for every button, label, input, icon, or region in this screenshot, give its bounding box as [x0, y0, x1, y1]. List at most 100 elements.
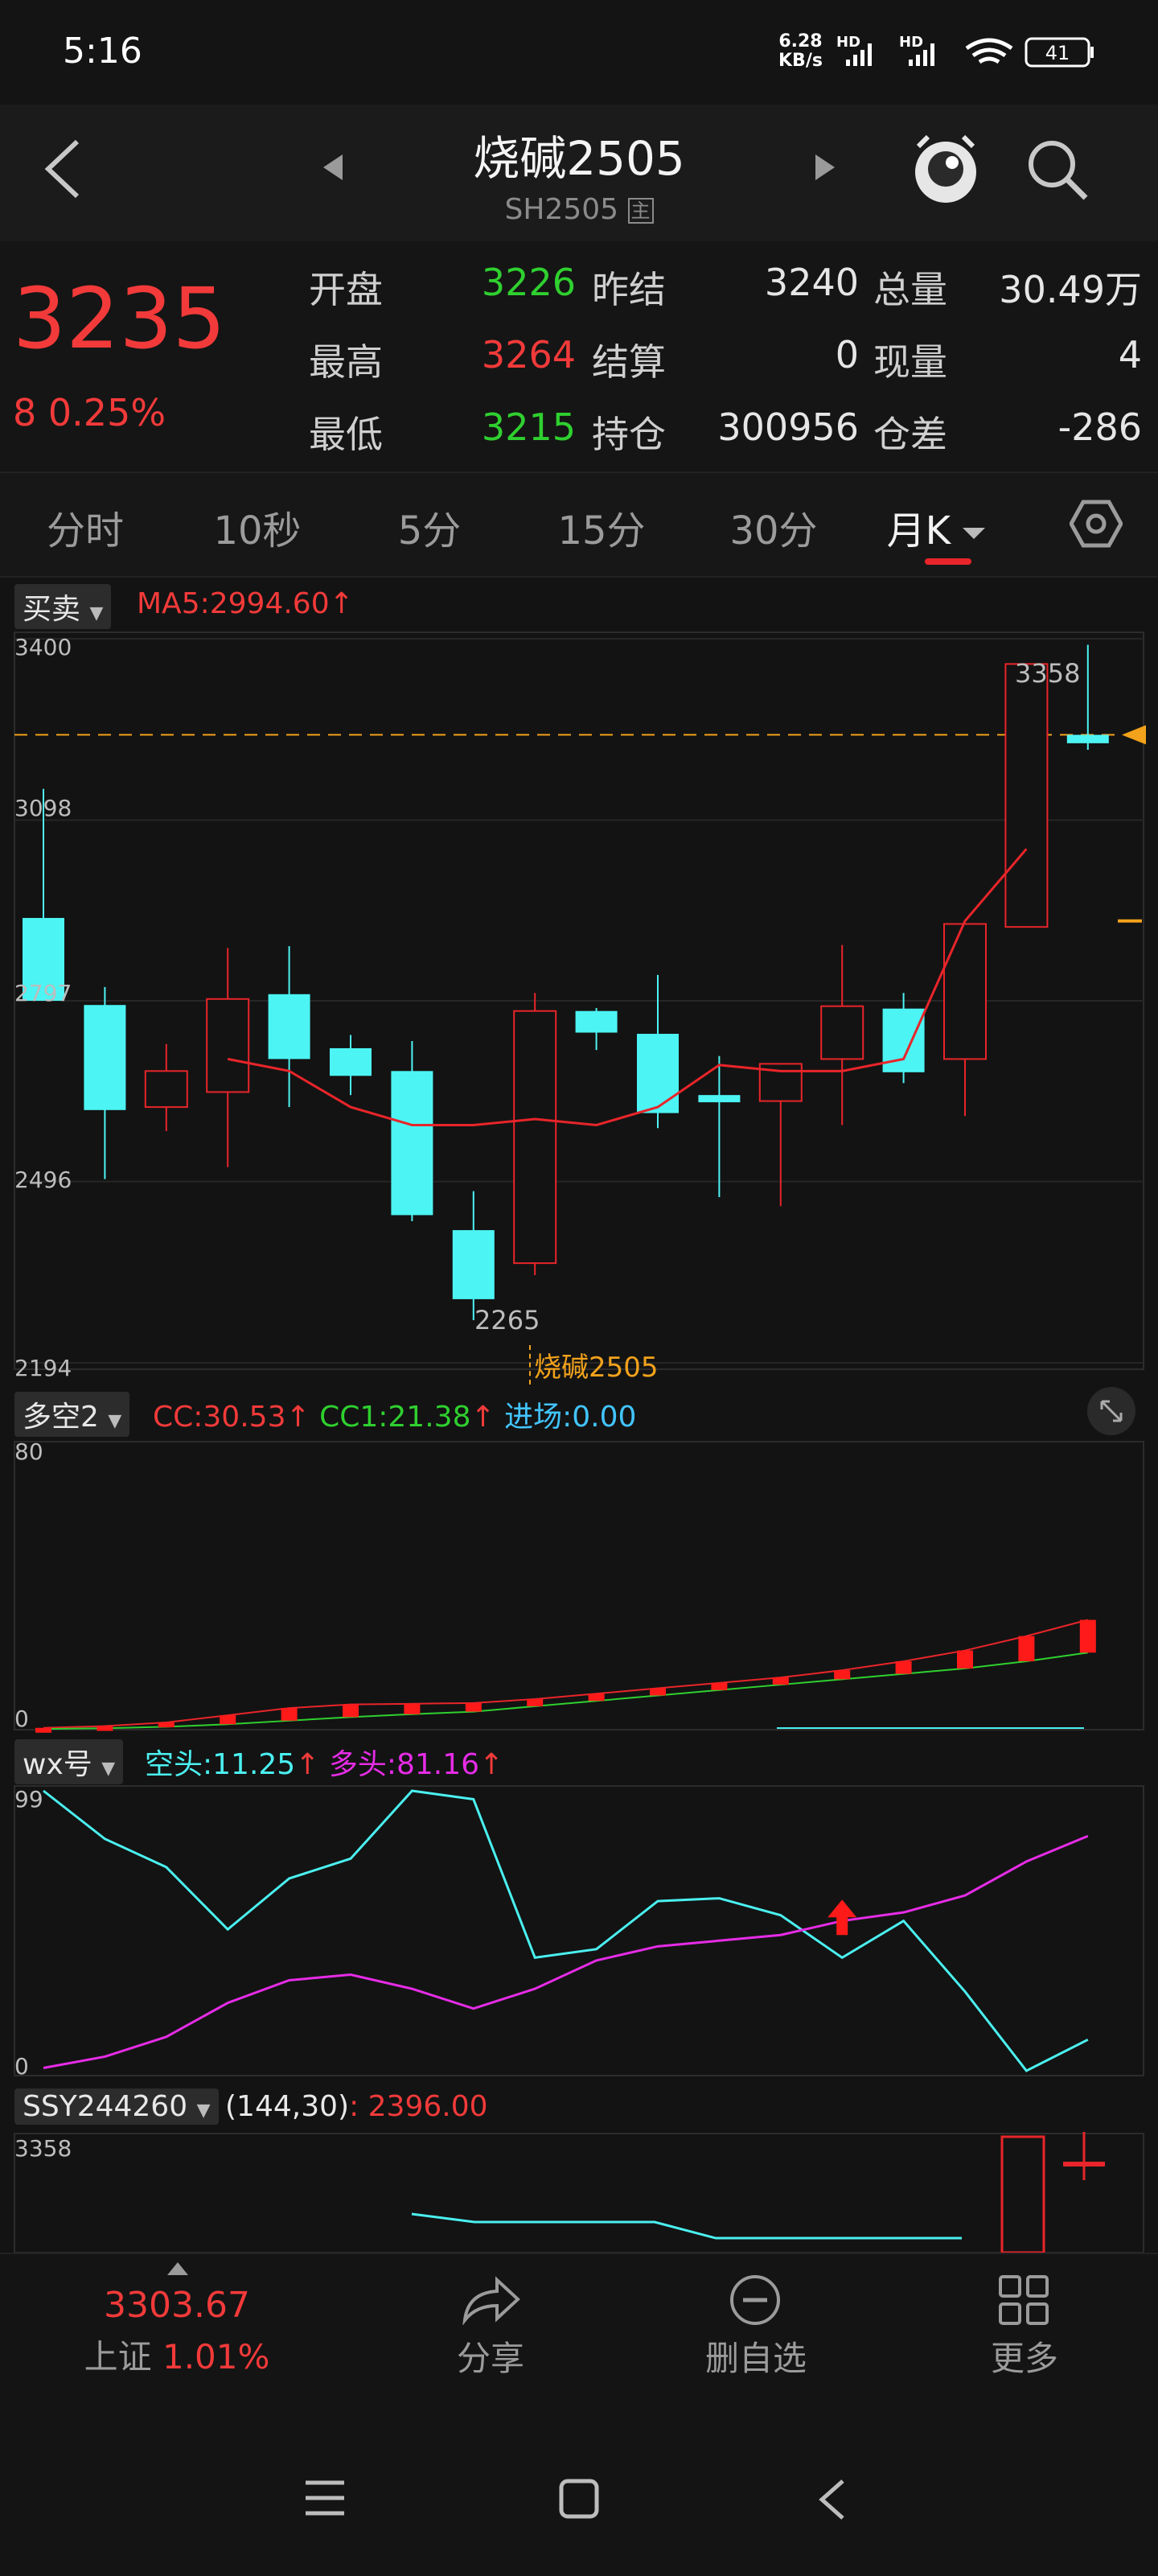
status-icons: HD HD 41: [836, 34, 1094, 68]
candle-body-up: [943, 923, 987, 1060]
entry-value: 0.00: [572, 1401, 637, 1434]
next-contract-icon[interactable]: [812, 151, 838, 183]
cc-value: 30.53: [203, 1401, 286, 1434]
cc-arrow: ↑: [285, 1401, 310, 1434]
indicator1-chart[interactable]: [0, 1435, 1158, 1733]
tab-10s[interactable]: 10秒: [193, 499, 322, 555]
ind1-frame: [14, 1441, 1144, 1730]
more-grid-icon[interactable]: [997, 2274, 1050, 2327]
cc-bar: [35, 1727, 51, 1733]
signal2-label: HD: [899, 34, 923, 51]
battery-icon: 41: [1025, 37, 1094, 68]
candle-body-up: [1004, 663, 1049, 928]
ind3-value: : 2396.00: [349, 2090, 488, 2123]
more-button[interactable]: 更多: [928, 2331, 1121, 2381]
ind2-y-tick-99: 99: [14, 1786, 43, 1813]
candlestick-chart[interactable]: [0, 628, 1158, 1384]
short-value: 11.25: [212, 1748, 296, 1781]
remove-watchlist-icon[interactable]: [729, 2274, 782, 2327]
ind3-candle-up: [1000, 2135, 1045, 2253]
ind3-y-tick: 3358: [14, 2135, 72, 2162]
index-percent: 1.01%: [162, 2337, 270, 2376]
ind1-y-tick-0: 0: [14, 1706, 29, 1732]
share-button[interactable]: 分享: [394, 2331, 587, 2381]
share-icon[interactable]: [458, 2274, 523, 2325]
long-label: 多头:: [328, 1748, 396, 1781]
index-summary[interactable]: 上证 1.01%: [80, 2330, 273, 2379]
candle-body-up: [206, 998, 250, 1093]
indicator3-selector[interactable]: SSY244260 ▼: [14, 2088, 219, 2125]
low-marker-label: 2265: [474, 1305, 540, 1335]
cc1-value: 21.38: [388, 1401, 471, 1434]
tab-5min[interactable]: 5分: [365, 499, 494, 555]
entry-label: 进场:: [504, 1401, 573, 1434]
tab-timeshare[interactable]: 分时: [21, 499, 150, 555]
mascot-icon[interactable]: [910, 129, 981, 209]
label-prev-settle: 昨结: [592, 268, 666, 311]
indicator1-selector-label: 多空2: [23, 1401, 99, 1434]
cc1-arrow: ↑: [470, 1401, 495, 1434]
buy-signal-arrow: [827, 1899, 857, 1936]
candle-body-down: [330, 1047, 372, 1076]
ind2-frame: [14, 1785, 1144, 2076]
index-value[interactable]: 3303.67: [80, 2285, 273, 2326]
cc-bar: [772, 1677, 789, 1685]
cc-bar: [158, 1722, 175, 1728]
settings-icon[interactable]: [1070, 497, 1123, 550]
cc-label: CC:: [153, 1401, 203, 1434]
indicator2-selector[interactable]: wx号 ▼: [14, 1739, 124, 1784]
ind2-y-tick-0: 0: [14, 2053, 29, 2080]
cc-bar: [1018, 1636, 1035, 1661]
chevron-down-icon: [963, 528, 986, 539]
chevron-down-icon: ▼: [89, 603, 104, 623]
prev-contract-icon[interactable]: [320, 151, 346, 183]
net-speed: 6.28 KB/s: [778, 32, 823, 71]
cc-bar: [465, 1702, 482, 1712]
menu-icon[interactable]: [304, 2478, 346, 2518]
long-value: 81.16: [396, 1748, 480, 1781]
remove-watchlist-button[interactable]: 删自选: [659, 2331, 852, 2381]
indicator2-chart[interactable]: [0, 1783, 1158, 2080]
cc-bar: [220, 1715, 236, 1725]
candle-body-down: [268, 994, 310, 1060]
high-marker-label: 3358: [1015, 658, 1081, 689]
change-percent: 0.25%: [47, 391, 166, 434]
value-high: 3264: [481, 333, 576, 377]
main-contract-badge: 主: [627, 198, 654, 224]
search-icon[interactable]: [1025, 137, 1090, 203]
back-icon[interactable]: [42, 138, 82, 200]
indicator3-chart[interactable]: [0, 2132, 1158, 2253]
tab-15min[interactable]: 15分: [537, 499, 666, 555]
value-low: 3215: [481, 405, 576, 449]
indicator3-readout: (144,30): 2396.00: [225, 2090, 488, 2123]
candle-body-up: [513, 1010, 557, 1265]
ma5-arrow: ↑: [329, 587, 354, 620]
tab-monthly-k[interactable]: 月K: [872, 499, 1000, 555]
expand-up-icon[interactable]: [167, 2262, 188, 2275]
value-prev-settle: 3240: [764, 261, 859, 304]
net-speed-value: 6.28: [778, 31, 823, 51]
label-low: 最低: [309, 413, 383, 456]
home-icon[interactable]: [558, 2478, 600, 2520]
status-time: 5:16: [63, 31, 142, 72]
indicator1-selector[interactable]: 多空2 ▼: [14, 1392, 130, 1437]
last-price-marker: [1122, 725, 1146, 745]
label-open: 开盘: [309, 268, 383, 311]
expand-icon[interactable]: [1086, 1385, 1137, 1437]
watermark-label: 烧碱2505: [529, 1345, 659, 1385]
signal1-label: HD: [836, 34, 860, 51]
main-indicator-selector[interactable]: 买卖 ▼: [14, 584, 112, 629]
candle-body-down: [637, 1034, 679, 1113]
candle-body-down: [84, 1005, 126, 1110]
battery-level: 41: [1045, 42, 1070, 64]
active-tab-indicator: [925, 558, 971, 565]
candle-body-down: [452, 1230, 495, 1299]
chevron-down-icon: ▼: [101, 1759, 116, 1779]
tab-30min[interactable]: 30分: [709, 499, 838, 555]
main-indicator-selector-label: 买卖: [23, 593, 81, 626]
ma5-readout: MA5:2994.60↑: [137, 587, 354, 620]
system-back-icon[interactable]: [815, 2478, 848, 2521]
cc-bar: [895, 1660, 912, 1674]
chevron-down-icon: ▼: [196, 2101, 211, 2121]
chevron-down-icon: ▼: [108, 1411, 122, 1431]
